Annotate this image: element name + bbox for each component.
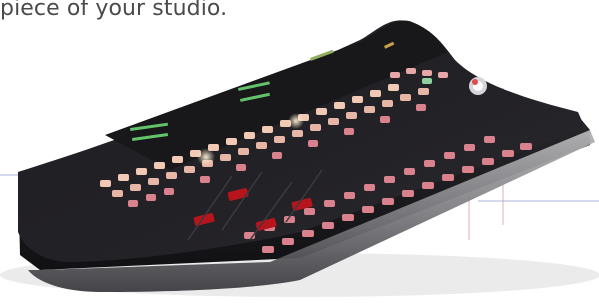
key-glow xyxy=(288,113,304,129)
console-top-surface xyxy=(18,20,585,263)
knob xyxy=(469,77,487,95)
key-glow xyxy=(197,148,215,166)
page: piece of your studio. xyxy=(0,0,599,303)
console-photo xyxy=(0,20,599,297)
